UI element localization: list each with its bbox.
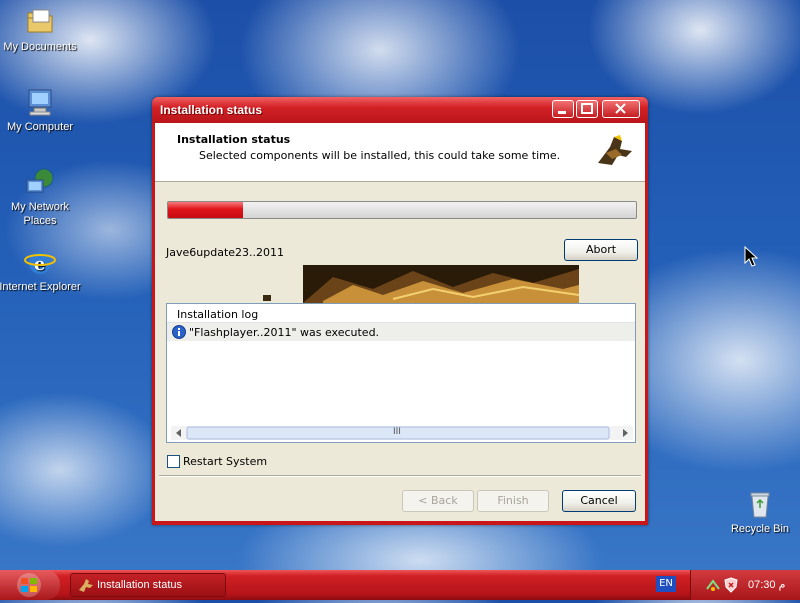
desktop-icon-label: Internet Explorer (0, 281, 81, 293)
minimize-button[interactable] (552, 100, 574, 118)
desktop-icon-my-documents[interactable]: My Documents (0, 6, 82, 54)
back-button[interactable]: < Back (402, 490, 474, 512)
start-button[interactable] (0, 570, 60, 600)
scroll-grip: III (393, 427, 401, 437)
taskbar-button-installation-status[interactable]: Installation status (70, 573, 226, 597)
desktop-icon-label: Recycle Bin (730, 523, 790, 535)
log-entry[interactable]: "Flashplayer..2011" was executed. (167, 323, 635, 341)
finish-button[interactable]: Finish (477, 490, 549, 512)
window-client-area: Installation status Selected components … (155, 123, 645, 521)
desktop-icon-internet-explorer[interactable]: e Internet Explorer (0, 246, 82, 294)
taskbar-clock[interactable]: م 07:30 (748, 578, 785, 591)
maximize-icon (581, 103, 593, 114)
install-progress-bar (167, 201, 637, 219)
language-indicator[interactable]: EN (656, 576, 676, 592)
cancel-button[interactable]: Cancel (562, 490, 636, 512)
minimize-icon (558, 111, 566, 114)
desktop-icon-label: My Computer (6, 121, 74, 133)
log-horizontal-scrollbar[interactable]: III (171, 426, 633, 440)
current-item-label: Jave6update23..2011 (166, 246, 285, 259)
recycle-bin-icon (744, 488, 776, 520)
log-entry-text: "Flashplayer..2011" was executed. (189, 326, 380, 339)
folder-icon (24, 6, 56, 38)
computer-icon (24, 86, 56, 118)
desktop-icon-recycle-bin[interactable]: Recycle Bin (718, 488, 800, 536)
close-icon (615, 103, 626, 114)
installer-window: Installation status Installation status … (152, 97, 648, 525)
eagle-app-icon (79, 579, 93, 592)
header-title: Installation status (177, 133, 291, 146)
taskbar-button-label: Installation status (97, 579, 182, 591)
button-separator (159, 475, 641, 477)
desktop-icon-label: My Network Places (10, 201, 70, 227)
maximize-button[interactable] (576, 100, 598, 118)
network-tray-icon[interactable] (705, 577, 721, 593)
desktop-icon-label: My Documents (3, 41, 77, 53)
restart-system-label: Restart System (183, 455, 268, 468)
eagle-logo-icon (592, 129, 640, 175)
abort-button[interactable]: Abort (564, 239, 638, 261)
header-subtitle: Selected components will be installed, t… (199, 149, 561, 162)
log-header-label: Installation log (177, 308, 259, 321)
mouse-cursor-icon (744, 245, 759, 271)
installation-log-panel: Installation log "Flashplayer..2011" was… (166, 303, 636, 443)
window-title: Installation status (160, 103, 263, 117)
taskbar: Installation status EN م 07:30 (0, 570, 800, 600)
progress-fill (168, 202, 243, 218)
eagle-banner-image (263, 263, 580, 303)
network-icon (24, 166, 56, 198)
checkbox-box[interactable] (167, 455, 180, 468)
log-column-header[interactable]: Installation log (167, 304, 635, 323)
window-titlebar[interactable]: Installation status (152, 97, 648, 123)
wizard-header: Installation status Selected components … (155, 123, 645, 182)
desktop-icon-my-network-places[interactable]: My Network Places (0, 166, 82, 228)
desktop-icon-my-computer[interactable]: My Computer (0, 86, 82, 134)
windows-logo-icon (17, 573, 41, 597)
info-icon (172, 325, 186, 339)
internet-explorer-icon: e (24, 246, 56, 278)
close-button[interactable] (602, 100, 640, 118)
security-shield-icon[interactable] (724, 577, 738, 593)
